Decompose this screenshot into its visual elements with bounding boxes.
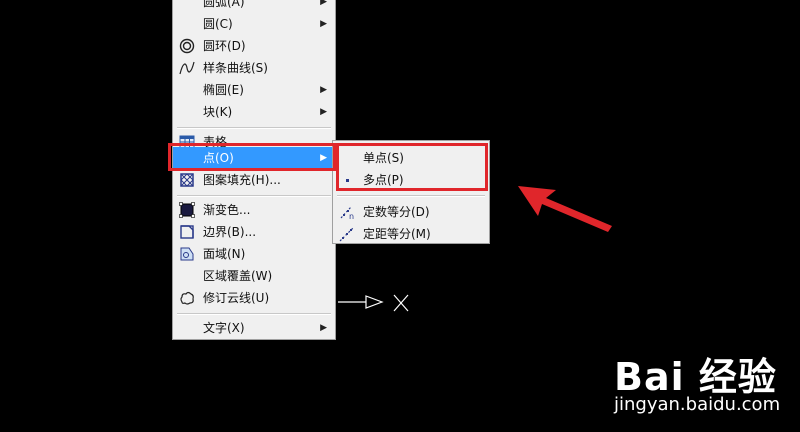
menu-item-spline[interactable]: 样条曲线(S)	[173, 57, 335, 79]
menu-item-label: 修订云线(U)	[203, 291, 270, 305]
menu-divider	[177, 195, 331, 197]
menu-item-point[interactable]: 点(O) ▶	[173, 147, 335, 169]
hatch-icon	[179, 172, 195, 188]
menu-item-revcloud[interactable]: 修订云线(U)	[173, 287, 335, 309]
menu-item-block[interactable]: 块(K) ▶	[173, 101, 335, 123]
menu-item-label: 定数等分(D)	[363, 205, 430, 219]
submenu-arrow-icon: ▶	[320, 107, 327, 117]
menu-divider	[177, 313, 331, 315]
menu-item-hatch[interactable]: 图案填充(H)...	[173, 169, 335, 191]
submenu-arrow-icon: ▶	[320, 85, 327, 95]
menu-item-label: 面域(N)	[203, 247, 246, 261]
svg-text:n: n	[349, 212, 354, 220]
menu-item-label: 定距等分(M)	[363, 227, 431, 241]
donut-icon	[179, 38, 195, 54]
watermark-brand: Bai 经验	[614, 355, 777, 399]
measure-icon	[339, 226, 355, 242]
submenu-arrow-icon: ▶	[320, 153, 327, 163]
menu-item-label: 渐变色...	[203, 203, 251, 217]
menu-item-label: 边界(B)...	[203, 225, 257, 239]
menu-item-multiple-point[interactable]: 多点(P)	[333, 169, 489, 191]
menu-item-circle[interactable]: 圆(C) ▶	[173, 13, 335, 35]
menu-item-label: 圆弧(A)	[203, 0, 245, 9]
menu-divider	[177, 127, 331, 129]
menu-item-label: 块(K)	[203, 105, 233, 119]
menu-item-measure[interactable]: 定距等分(M)	[333, 223, 489, 245]
menu-item-gradient[interactable]: 渐变色...	[173, 199, 335, 221]
menu-item-label: 样条曲线(S)	[203, 61, 268, 75]
menu-item-label: 文字(X)	[203, 321, 245, 335]
submenu-arrow-icon: ▶	[320, 19, 327, 29]
region-icon	[179, 246, 195, 262]
annotation-arrow-icon	[518, 186, 612, 232]
menu-item-label: 圆(C)	[203, 17, 233, 31]
submenu-arrow-icon: ▶	[320, 0, 327, 7]
menu-item-region[interactable]: 面域(N)	[173, 243, 335, 265]
point-icon	[339, 172, 355, 188]
point-submenu: 单点(S) 多点(P) n 定数等分(D) 定距等分(M)	[332, 140, 490, 244]
menu-divider	[337, 195, 485, 197]
draw-menu: 圆弧(A) ▶ 圆(C) ▶ 圆环(D) 样条曲线(S) 椭圆(E) ▶ 块(K…	[172, 0, 336, 340]
menu-item-boundary[interactable]: 边界(B)...	[173, 221, 335, 243]
menu-item-label: 椭圆(E)	[203, 83, 244, 97]
menu-item-arc[interactable]: 圆弧(A) ▶	[173, 0, 335, 13]
menu-item-divide[interactable]: n 定数等分(D)	[333, 201, 489, 223]
menu-item-label: 点(O)	[203, 151, 234, 165]
menu-item-label: 单点(S)	[363, 151, 404, 165]
ucs-icon	[338, 294, 409, 312]
menu-item-label: 多点(P)	[363, 173, 404, 187]
menu-item-wipeout[interactable]: 区域覆盖(W)	[173, 265, 335, 287]
menu-item-ellipse[interactable]: 椭圆(E) ▶	[173, 79, 335, 101]
menu-item-text[interactable]: 文字(X) ▶	[173, 317, 335, 339]
boundary-icon	[179, 224, 195, 240]
menu-item-label: 区域覆盖(W)	[203, 269, 273, 283]
revcloud-icon	[179, 290, 195, 306]
baidu-watermark: Bai 经验 jingyan.baidu.com	[614, 342, 794, 422]
gradient-icon	[179, 202, 195, 218]
menu-item-donut[interactable]: 圆环(D)	[173, 35, 335, 57]
menu-item-single-point[interactable]: 单点(S)	[333, 147, 489, 169]
spline-icon	[179, 60, 195, 76]
submenu-arrow-icon: ▶	[320, 323, 327, 333]
watermark-url: jingyan.baidu.com	[614, 394, 781, 415]
divide-icon: n	[339, 204, 355, 220]
menu-item-label: 图案填充(H)...	[203, 173, 281, 187]
menu-item-label: 圆环(D)	[203, 39, 246, 53]
